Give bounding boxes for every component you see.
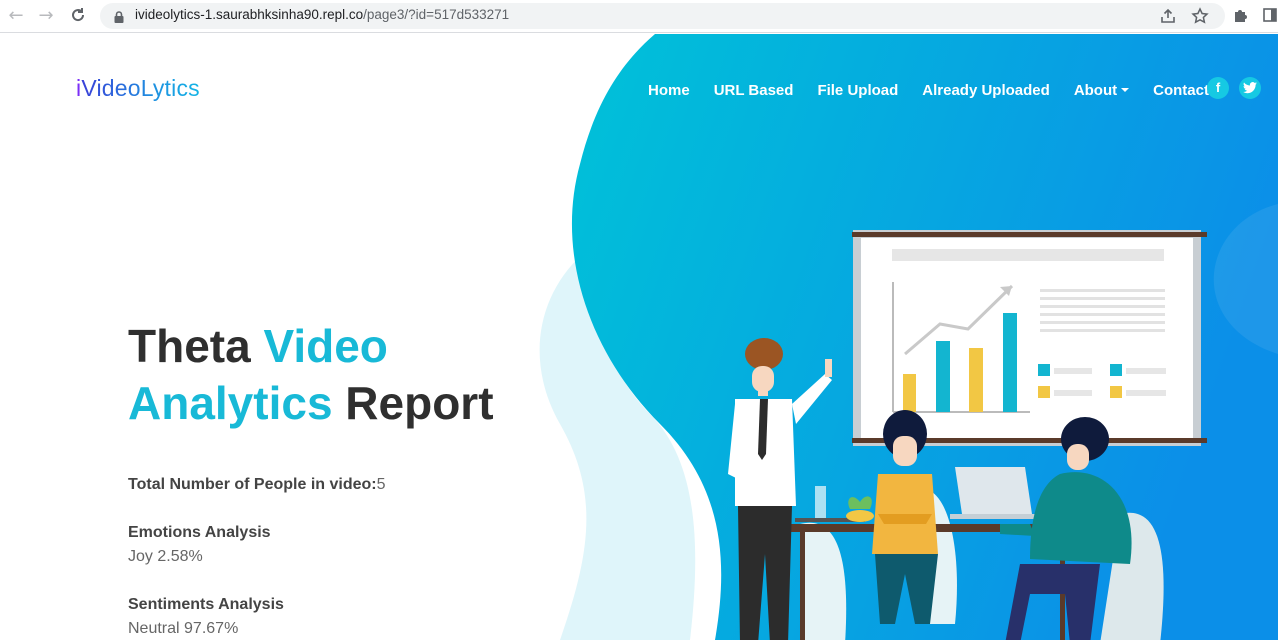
nav-about-label: About: [1073, 81, 1118, 99]
nav-already-uploaded[interactable]: Already Uploaded: [922, 79, 1050, 101]
emotions-heading: Emotions Analysis: [128, 524, 271, 541]
page-title: Theta Video Analytics Report: [128, 318, 494, 432]
nav-home[interactable]: Home: [648, 79, 690, 101]
twitter-icon[interactable]: [1239, 77, 1261, 99]
nav-contact[interactable]: Contact: [1153, 79, 1209, 101]
facebook-icon[interactable]: f: [1207, 77, 1229, 99]
url-text[interactable]: ivideolytics-1.saurabhksinha90.repl.co/p…: [135, 7, 509, 22]
title-part-report: Report: [332, 377, 494, 429]
title-highlight-analytics: Analytics: [128, 377, 333, 429]
title-part-theta: Theta: [128, 320, 264, 372]
page-content: iVideoLytics Home URL Based File Upload …: [0, 34, 1278, 640]
url-host: ivideolytics-1.saurabhksinha90.repl.co: [135, 7, 364, 22]
lock-icon: [112, 9, 126, 23]
people-count-row: Total Number of People in video:5: [128, 476, 386, 494]
extensions-puzzle-icon[interactable]: [1232, 6, 1252, 26]
title-highlight-video: Video: [263, 320, 388, 372]
nav-about-dropdown[interactable]: About: [1073, 79, 1130, 101]
share-icon[interactable]: [1159, 7, 1177, 25]
nav-file-upload[interactable]: File Upload: [817, 79, 898, 101]
team-meeting-illustration: [728, 230, 1207, 640]
nav-url-based[interactable]: URL Based: [714, 79, 794, 101]
sentiments-value: Neutral 97.67%: [128, 620, 239, 637]
browser-toolbar: ← → ivideolytics-1.saurabhksinha90.repl.…: [0, 0, 1278, 33]
forward-arrow-icon[interactable]: →: [36, 6, 56, 26]
chevron-down-icon: [1121, 88, 1130, 92]
logo-text: VideoLytics: [81, 75, 200, 101]
address-bar[interactable]: ivideolytics-1.saurabhksinha90.repl.co/p…: [100, 3, 1225, 29]
bookmark-star-icon[interactable]: [1191, 7, 1209, 25]
people-count-label: Total Number of People in video:: [128, 476, 377, 493]
sentiments-heading: Sentiments Analysis: [128, 596, 284, 613]
site-logo[interactable]: iVideoLytics: [76, 75, 200, 102]
reload-icon[interactable]: [68, 6, 88, 26]
side-panel-icon[interactable]: [1262, 6, 1278, 26]
emotions-value: Joy 2.58%: [128, 548, 203, 565]
main-nav: Home URL Based File Upload Already Uploa…: [648, 79, 1233, 101]
back-arrow-icon[interactable]: ←: [6, 6, 26, 26]
people-count-value: 5: [376, 476, 386, 493]
url-path: /page3/?id=517d533271: [363, 7, 510, 22]
